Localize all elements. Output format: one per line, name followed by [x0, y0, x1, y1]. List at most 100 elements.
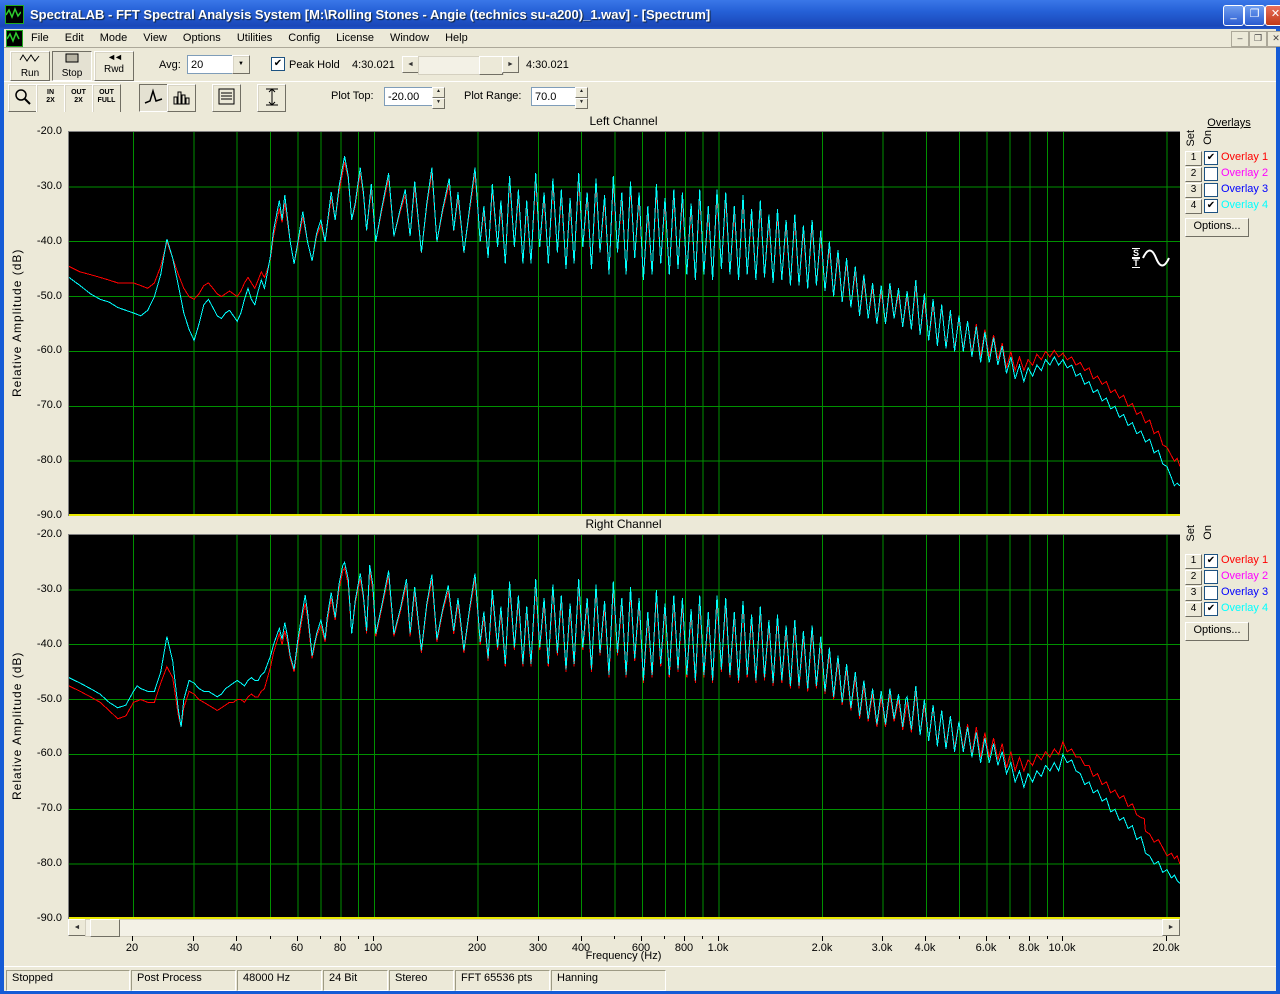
overlay-options-button-bottom[interactable]: Options... — [1185, 622, 1249, 641]
x-tick — [1166, 936, 1167, 941]
minimize-icon[interactable]: _ — [1223, 5, 1244, 26]
freq-scrollbar-thumb[interactable] — [90, 919, 120, 937]
magnifier-icon — [14, 89, 31, 105]
menu-utilities[interactable]: Utilities — [229, 30, 280, 46]
plot-top-spinner[interactable]: ▲ ▼ — [432, 87, 445, 109]
time-total: 4:30.021 — [526, 59, 569, 71]
peak-hold-checkbox[interactable]: ✔ — [271, 57, 285, 71]
run-button[interactable]: Run — [10, 51, 50, 81]
time-scroll-left-icon[interactable]: ◄ — [402, 56, 419, 73]
line-spectrum-icon — [144, 88, 162, 104]
child-minimize-icon[interactable]: – — [1231, 31, 1249, 47]
avg-combobox[interactable] — [187, 55, 235, 74]
y-tick-label: -20.0 — [36, 528, 62, 540]
rewind-label: Rwd — [103, 64, 124, 75]
menu-license[interactable]: License — [328, 30, 382, 46]
vertical-scale-button[interactable] — [257, 84, 286, 112]
child-close-icon[interactable]: ✕ — [1267, 31, 1280, 47]
overlay-set-button-4[interactable]: 4 — [1185, 199, 1202, 214]
overlay-options-button-top[interactable]: Options... — [1185, 218, 1249, 237]
overlay-label-4: Overlay 4 — [1221, 199, 1269, 211]
x-tick — [132, 936, 133, 941]
child-restore-icon[interactable]: ❐ — [1249, 31, 1267, 47]
bar-spectrum-icon — [173, 91, 189, 105]
y-tick-label: -40.0 — [36, 638, 62, 650]
x-tick-minor — [959, 936, 960, 939]
x-tick — [581, 936, 582, 941]
freq-scrollbar[interactable] — [85, 919, 1163, 937]
zoom-out-2x-label2: 2X — [74, 97, 83, 104]
overlay-on-checkbox-4[interactable]: ✔ — [1204, 602, 1218, 616]
close-icon[interactable]: ✕ — [1265, 5, 1280, 26]
overlay-set-button-1[interactable]: 1 — [1185, 554, 1202, 569]
overlay-on-checkbox-3[interactable] — [1204, 183, 1218, 197]
right-channel-plot[interactable] — [68, 534, 1180, 919]
spectrum-view: Left Channel Relative Amplitude (dB) -20… — [4, 112, 1276, 966]
display-options-button[interactable] — [212, 84, 241, 112]
menu-file[interactable]: File — [23, 30, 57, 46]
x-tick — [477, 936, 478, 941]
overlay-on-checkbox-2[interactable] — [1204, 167, 1218, 181]
maximize-icon[interactable]: ❐ — [1244, 5, 1265, 26]
overlay-set-button-4[interactable]: 4 — [1185, 602, 1202, 617]
menu-view[interactable]: View — [135, 30, 175, 46]
x-tick-minor — [1009, 936, 1010, 939]
rewind-button[interactable]: ◄◄ Rwd — [94, 51, 134, 81]
menu-config[interactable]: Config — [280, 30, 328, 46]
bar-spectrum-button[interactable] — [167, 84, 196, 112]
y-tick-label: -60.0 — [36, 344, 62, 356]
avg-dropdown-icon[interactable]: ▼ — [232, 55, 250, 74]
plot-range-spin-up-icon[interactable]: ▲ — [575, 87, 588, 98]
overlay-set-button-3[interactable]: 3 — [1185, 586, 1202, 601]
title-bar[interactable]: SpectraLAB - FFT Spectral Analysis Syste… — [0, 0, 1280, 29]
plot-range-spin-down-icon[interactable]: ▼ — [575, 98, 588, 109]
overlay-on-checkbox-1[interactable]: ✔ — [1204, 554, 1218, 568]
status-panel-5: FFT 65536 pts — [455, 970, 550, 991]
stop-label: Stop — [61, 68, 83, 79]
overlay-on-checkbox-2[interactable] — [1204, 570, 1218, 584]
x-tick — [718, 936, 719, 941]
overlay-on-checkbox-1[interactable]: ✔ — [1204, 151, 1218, 165]
plot-top-input[interactable] — [384, 87, 436, 106]
menu-items: File Edit Mode View Options Utilities Config Li… — [23, 30, 476, 46]
freq-scroll-right-icon[interactable]: ► — [1162, 919, 1180, 936]
plot-range-input[interactable] — [531, 87, 579, 106]
freq-scroll-left-icon[interactable]: ◄ — [68, 919, 86, 936]
overlay-set-button-3[interactable]: 3 — [1185, 183, 1202, 198]
menu-options[interactable]: Options — [175, 30, 229, 46]
zoom-out-full-label2: FULL — [97, 97, 116, 104]
y-tick-label: -70.0 — [36, 399, 62, 411]
app-icon — [5, 5, 24, 24]
plot-top-spin-up-icon[interactable]: ▲ — [432, 87, 445, 98]
stop-button[interactable]: Stop — [52, 51, 92, 81]
overlay-on-checkbox-4[interactable]: ✔ — [1204, 199, 1218, 213]
status-bar: Stopped Post Process 48000 Hz 24 Bit Stereo F… — [4, 966, 1276, 991]
plot-toolbar: IN 2X OUT 2X OUT FULL Plot Top: ▲ ▼ Plot… — [4, 81, 1276, 116]
y-tick-label: -20.0 — [36, 125, 62, 137]
app-window: SpectraLAB - FFT Spectral Analysis Syste… — [0, 0, 1280, 994]
x-tick — [297, 936, 298, 941]
menu-edit[interactable]: Edit — [57, 30, 92, 46]
y-tick-label: -90.0 — [36, 509, 62, 521]
plot-range-spinner[interactable]: ▲ ▼ — [575, 87, 588, 109]
overlay-set-button-1[interactable]: 1 — [1185, 151, 1202, 166]
menu-help[interactable]: Help — [437, 30, 476, 46]
left-channel-plot[interactable] — [68, 131, 1180, 516]
line-spectrum-button[interactable] — [139, 84, 168, 112]
y-tick-label: -30.0 — [36, 583, 62, 595]
menu-window[interactable]: Window — [382, 30, 437, 46]
time-scroll-right-icon[interactable]: ► — [502, 56, 519, 73]
overlay-set-button-2[interactable]: 2 — [1185, 167, 1202, 182]
transport-toolbar: Run Stop ◄◄ Rwd Avg: ▼ ✔ Peak Hold 4:30.… — [4, 47, 1276, 82]
zoom-tool-button[interactable] — [8, 84, 37, 112]
time-scrollbar-thumb[interactable] — [479, 56, 503, 75]
y-tick-label: -40.0 — [36, 235, 62, 247]
menu-mode[interactable]: Mode — [92, 30, 136, 46]
overlay-label-1: Overlay 1 — [1221, 151, 1269, 163]
status-panel-1: Post Process — [131, 970, 236, 991]
overlay-label-3: Overlay 3 — [1221, 586, 1269, 598]
overlay-on-checkbox-3[interactable] — [1204, 586, 1218, 600]
plot-top-spin-down-icon[interactable]: ▼ — [432, 98, 445, 109]
child-window-icon[interactable] — [6, 29, 23, 47]
overlay-set-button-2[interactable]: 2 — [1185, 570, 1202, 585]
